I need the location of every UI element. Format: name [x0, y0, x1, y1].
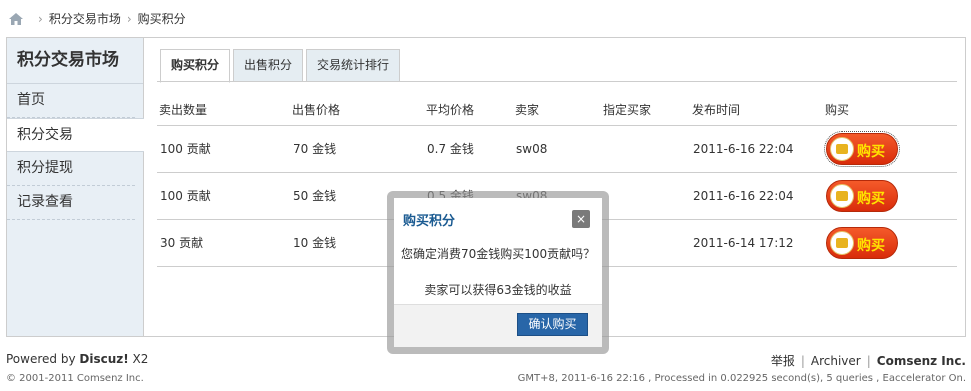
breadcrumb: › 积分交易市场 › 购买积分 — [6, 0, 971, 37]
buy-button[interactable]: 购买 — [826, 226, 898, 259]
coin-icon — [830, 136, 854, 161]
sidebar-item-records[interactable]: 记录查看 — [7, 186, 135, 220]
table-row: 100 贡献 70 金钱 0.7 金钱 sw08 2011-6-16 22:04… — [157, 125, 957, 173]
tab-sell-credits[interactable]: 出售积分 — [233, 49, 304, 82]
breadcrumb-separator: › — [38, 11, 43, 26]
coin-icon — [830, 230, 854, 255]
comsenz-link[interactable]: Comsenz Inc. — [877, 354, 966, 368]
column-header-average: 平均价格 — [424, 94, 513, 126]
tab-buy-credits[interactable]: 购买积分 — [160, 49, 231, 83]
archiver-link[interactable]: Archiver — [811, 354, 861, 368]
footer-links: 举报 | Archiver | Comsenz Inc. — [771, 352, 966, 369]
cell-quantity: 30 贡献 — [157, 219, 290, 267]
close-icon[interactable]: × — [572, 210, 590, 228]
tab-bar: 购买积分 出售积分 交易统计排行 — [160, 49, 403, 83]
cell-time: 2011-6-16 22:04 — [690, 172, 823, 220]
table-header-row: 卖出数量 出售价格 平均价格 卖家 指定买家 发布时间 购买 — [157, 94, 957, 126]
column-header-quantity: 卖出数量 — [157, 94, 290, 126]
powered-prefix: Powered by — [6, 352, 80, 366]
powered-brand-link[interactable]: Discuz! — [79, 352, 128, 366]
buy-button[interactable]: 购买 — [824, 130, 900, 167]
buy-confirm-dialog: 购买积分 × 您确定消费70金钱购买100贡献吗？ 卖家可以获得63金钱的收益 … — [394, 198, 602, 347]
cell-buy: 购买 — [823, 125, 957, 173]
powered-by: Powered by Discuz! X2 — [6, 352, 148, 366]
column-header-seller: 卖家 — [513, 94, 601, 126]
dialog-message: 您确定消费70金钱购买100贡献吗？ — [401, 247, 596, 261]
sidebar-item-home[interactable]: 首页 — [7, 84, 135, 118]
report-link[interactable]: 举报 — [771, 354, 795, 368]
buy-button-label: 购买 — [857, 190, 885, 207]
cell-price: 70 金钱 — [290, 125, 424, 173]
cell-designated-buyer — [601, 219, 690, 267]
cell-designated-buyer — [601, 125, 690, 173]
breadcrumb-item-market[interactable]: 积分交易市场 — [49, 10, 121, 27]
column-header-price: 出售价格 — [290, 94, 424, 126]
cell-designated-buyer — [601, 172, 690, 220]
breadcrumb-separator: › — [126, 11, 132, 26]
copyright: © 2001-2011 Comsenz Inc. — [6, 373, 144, 384]
cell-time: 2011-6-16 22:04 — [690, 125, 823, 173]
powered-version: X2 — [128, 352, 149, 366]
cell-seller[interactable]: sw08 — [513, 125, 601, 173]
column-header-time: 发布时间 — [690, 94, 823, 126]
tab-trade-ranking[interactable]: 交易统计排行 — [306, 49, 401, 82]
column-header-buy: 购买 — [823, 94, 957, 126]
cell-quantity: 100 贡献 — [157, 125, 290, 173]
breadcrumb-item-buy[interactable]: 购买积分 — [138, 10, 186, 27]
coin-icon — [830, 183, 854, 208]
sidebar: 积分交易市场 首页 积分交易 积分提现 记录查看 — [7, 38, 144, 336]
column-header-designated-buyer: 指定买家 — [601, 94, 690, 126]
footer-separator: | — [866, 354, 871, 368]
sidebar-item-trade[interactable]: 积分交易 — [7, 118, 144, 152]
dialog-note: 卖家可以获得63金钱的收益 — [424, 283, 572, 297]
cell-time: 2011-6-14 17:12 — [690, 219, 823, 267]
home-icon[interactable] — [8, 12, 24, 26]
tab-divider — [157, 81, 957, 82]
sidebar-item-withdraw[interactable]: 积分提现 — [7, 152, 135, 186]
cell-buy: 购买 — [823, 172, 957, 220]
buy-button-label: 购买 — [857, 143, 885, 160]
cell-average: 0.7 金钱 — [424, 125, 513, 173]
dialog-footer: 确认购买 — [394, 304, 602, 347]
confirm-buy-button[interactable]: 确认购买 — [517, 313, 588, 336]
buy-button[interactable]: 购买 — [826, 179, 898, 212]
cell-quantity: 100 贡献 — [157, 172, 290, 220]
processing-info: GMT+8, 2011-6-16 22:16 , Processed in 0.… — [517, 373, 966, 384]
buy-button-label: 购买 — [857, 237, 885, 254]
dialog-title: 购买积分 — [403, 214, 456, 229]
footer-separator: | — [800, 354, 805, 368]
cell-buy: 购买 — [823, 219, 957, 267]
sidebar-title: 积分交易市场 — [7, 38, 143, 84]
